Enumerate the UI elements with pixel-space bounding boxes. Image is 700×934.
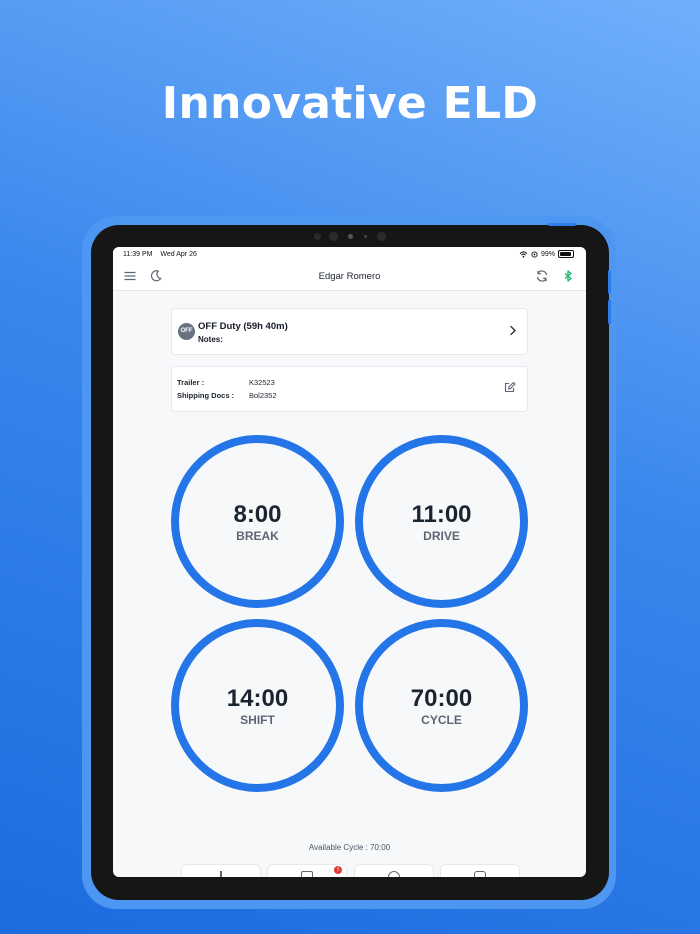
shield-icon xyxy=(474,871,486,877)
drive-label: DRIVE xyxy=(423,529,460,543)
camera-dot xyxy=(329,232,338,241)
tab-security[interactable] xyxy=(440,864,520,877)
off-duty-badge: OFF xyxy=(178,323,195,340)
shipment-info-card: Trailer : K32523 Shipping Docs : Bol2352 xyxy=(171,366,528,412)
camera-dot xyxy=(377,232,386,241)
tab-logs[interactable] xyxy=(181,864,261,877)
status-time: 11:39 PM xyxy=(123,251,153,258)
trailer-value: K32523 xyxy=(249,378,275,387)
shipping-docs-row: Shipping Docs : Bol2352 xyxy=(177,391,277,400)
drive-gauge[interactable]: 11:00 DRIVE xyxy=(355,435,528,608)
logs-icon xyxy=(220,871,222,877)
volume-up-button xyxy=(608,270,611,294)
volume-down-button xyxy=(608,300,611,324)
app-screen: 11:39 PM Wed Apr 26 99% Edgar Romero OFF… xyxy=(113,247,586,877)
tab-contacts[interactable] xyxy=(354,864,434,877)
battery-icon xyxy=(558,250,574,258)
location-icon xyxy=(531,250,538,258)
wifi-icon xyxy=(519,250,528,258)
people-icon xyxy=(388,871,400,877)
top-button xyxy=(548,223,576,226)
shift-label: SHIFT xyxy=(240,713,275,727)
camera-lens xyxy=(348,234,353,239)
shipping-docs-label: Shipping Docs : xyxy=(177,391,235,400)
camera-dot xyxy=(314,233,321,240)
trailer-label: Trailer : xyxy=(177,378,205,387)
driver-name: Edgar Romero xyxy=(318,271,381,282)
shipping-docs-value: Bol2352 xyxy=(249,391,277,400)
cycle-time: 70:00 xyxy=(410,685,473,712)
document-icon xyxy=(301,871,313,877)
chevron-right-icon xyxy=(510,325,516,336)
shift-gauge[interactable]: 14:00 SHIFT xyxy=(171,619,344,792)
duty-status-text: OFF Duty (59h 40m) xyxy=(198,321,288,332)
duty-status-card[interactable]: OFF OFF Duty (59h 40m) Notes: xyxy=(171,308,528,355)
shift-time: 14:00 xyxy=(226,685,289,712)
cycle-gauge[interactable]: 70:00 CYCLE xyxy=(355,619,528,792)
drive-time: 11:00 xyxy=(411,501,472,528)
nav-bar: Edgar Romero xyxy=(113,263,586,291)
bluetooth-icon[interactable] xyxy=(561,269,575,283)
status-date: Wed Apr 26 xyxy=(160,251,197,258)
notification-badge: ! xyxy=(334,866,342,874)
edit-icon[interactable] xyxy=(503,381,516,394)
break-time: 8:00 xyxy=(233,501,282,528)
break-gauge[interactable]: 8:00 BREAK xyxy=(171,435,344,608)
available-cycle: Available Cycle : 70:00 xyxy=(308,843,391,852)
camera-dot xyxy=(364,235,367,238)
sync-icon[interactable] xyxy=(535,269,549,283)
battery-percent: 99% xyxy=(540,250,555,258)
trailer-row: Trailer : K32523 xyxy=(177,378,275,387)
duty-notes-label: Notes: xyxy=(198,335,223,344)
headline: Innovative ELD xyxy=(161,78,539,129)
status-bar: 11:39 PM Wed Apr 26 99% xyxy=(113,247,586,263)
break-label: BREAK xyxy=(236,529,279,543)
cycle-label: CYCLE xyxy=(421,713,462,727)
